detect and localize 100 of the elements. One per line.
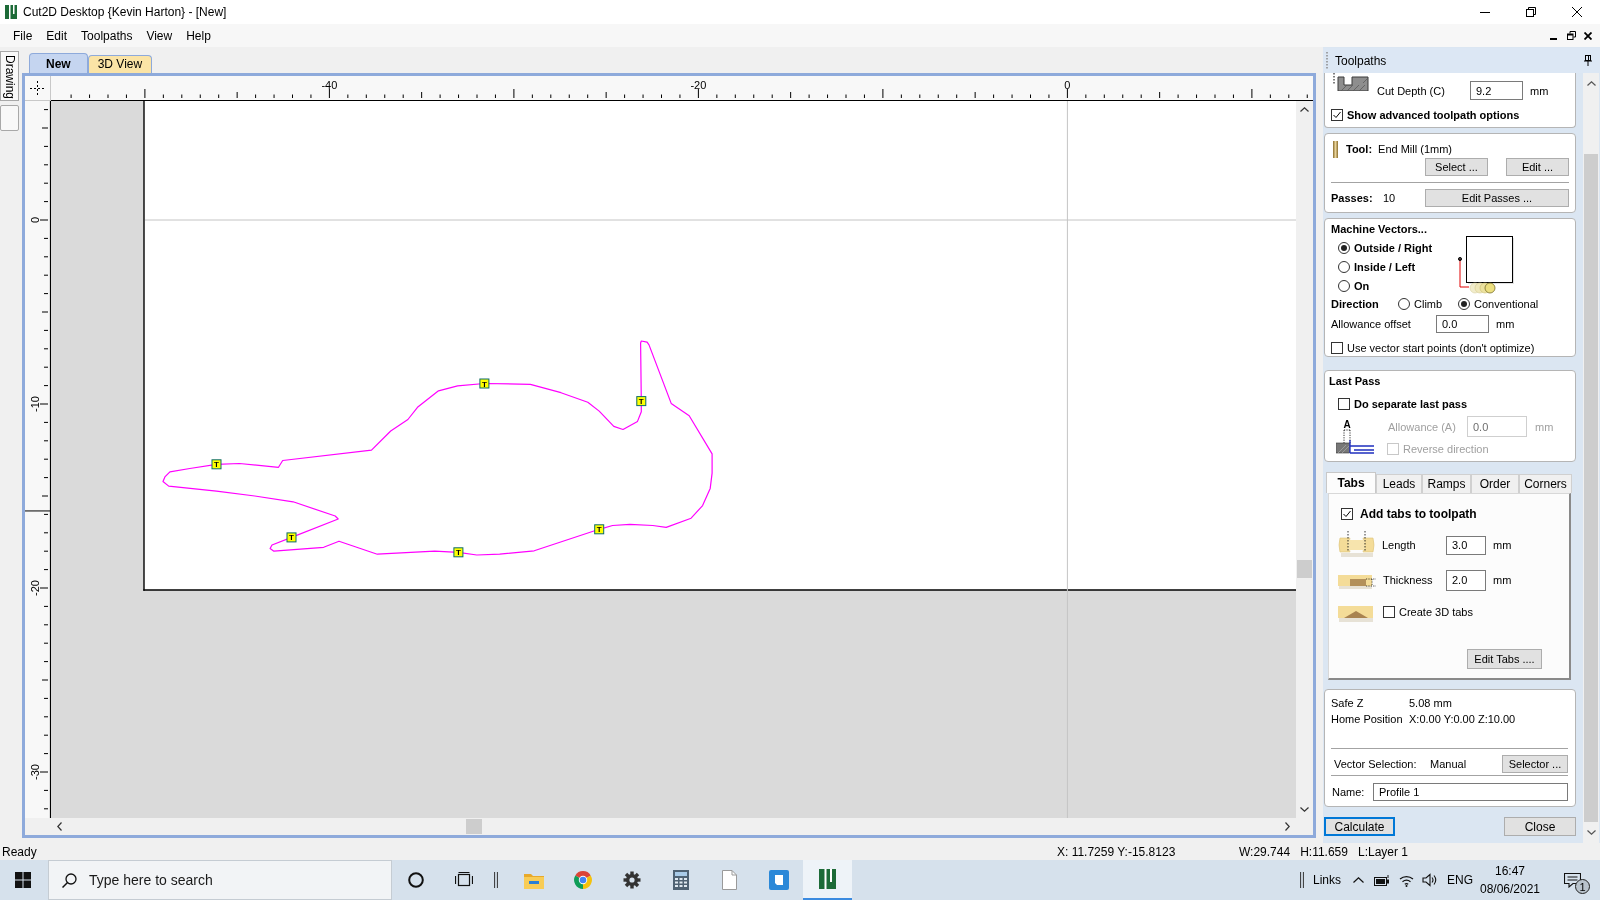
tab-length-icon bbox=[1338, 530, 1375, 560]
ruler-label: 0 bbox=[29, 216, 41, 224]
minimize-icon[interactable] bbox=[1480, 11, 1490, 13]
selector-button[interactable]: Selector ... bbox=[1502, 755, 1568, 773]
tab-marker[interactable]: T bbox=[636, 396, 647, 407]
unit-label: mm bbox=[1493, 539, 1512, 551]
clock-time[interactable]: 16:47 bbox=[1495, 862, 1525, 880]
close-icon[interactable] bbox=[1572, 7, 1582, 17]
direction-label: Direction bbox=[1331, 297, 1380, 310]
search-icon bbox=[62, 873, 77, 888]
close-icon[interactable] bbox=[1584, 31, 1592, 40]
scroll-thumb[interactable] bbox=[1297, 560, 1312, 578]
scroll-down-icon[interactable] bbox=[1300, 807, 1309, 812]
scroll-left-icon[interactable] bbox=[57, 822, 62, 831]
checkbox[interactable] bbox=[1383, 606, 1395, 618]
radio-button[interactable] bbox=[1338, 279, 1350, 292]
vertical-scrollbar[interactable] bbox=[1583, 73, 1599, 843]
checkbox-label: Create 3D tabs bbox=[1399, 606, 1473, 618]
notification-icon[interactable] bbox=[1563, 872, 1581, 888]
radio-button[interactable] bbox=[1398, 297, 1410, 310]
option-tab[interactable]: Ramps bbox=[1422, 474, 1471, 493]
panel-title: Toolpaths bbox=[1335, 53, 1387, 68]
status-field: H:11.659 bbox=[1300, 844, 1348, 859]
unit-label: mm bbox=[1493, 574, 1512, 586]
select-tool-button[interactable]: Select ... bbox=[1425, 158, 1488, 176]
option-tab[interactable]: Order bbox=[1471, 474, 1519, 493]
chevron-up-icon[interactable] bbox=[1352, 877, 1364, 883]
dialog-button[interactable]: Calculate bbox=[1324, 817, 1395, 836]
tab-marker[interactable]: T bbox=[211, 459, 222, 470]
window-title: Cut2D Desktop {Kevin Harton} - [New] bbox=[23, 5, 227, 19]
status-field: W:29.744 bbox=[1239, 844, 1291, 859]
radio-button[interactable] bbox=[1338, 260, 1350, 273]
passes-label: Passes: bbox=[1331, 191, 1374, 204]
menu-item[interactable]: Help bbox=[179, 25, 218, 46]
ruler-origin-icon[interactable] bbox=[30, 80, 45, 96]
speaker-icon[interactable] bbox=[1422, 873, 1438, 887]
option-tab[interactable]: Leads bbox=[1376, 474, 1422, 493]
section-title: Machine Vectors... bbox=[1331, 223, 1427, 235]
cut-depth-field[interactable]: 9.2 bbox=[1470, 81, 1523, 100]
notification-badge: 1 bbox=[1575, 879, 1590, 894]
search-field[interactable]: Type here to search bbox=[48, 860, 392, 900]
unit-label: mm bbox=[1496, 318, 1515, 330]
checkbox[interactable] bbox=[1341, 508, 1353, 520]
taskbar-app-button[interactable] bbox=[803, 860, 852, 900]
scroll-down-icon[interactable] bbox=[1586, 830, 1596, 835]
dialog-button[interactable]: Close bbox=[1504, 817, 1576, 836]
vector-selection-label: Vector Selection: bbox=[1334, 758, 1418, 770]
option-tab[interactable]: Corners bbox=[1519, 474, 1572, 493]
language-indicator[interactable]: ENG bbox=[1442, 873, 1478, 887]
radio-button[interactable] bbox=[1338, 241, 1350, 254]
document-icon bbox=[722, 870, 737, 890]
option-tab[interactable]: Tabs bbox=[1326, 472, 1376, 493]
tab-marker[interactable]: T bbox=[594, 524, 605, 535]
tab-marker[interactable]: T bbox=[479, 378, 490, 389]
menu-item[interactable]: Toolpaths bbox=[74, 25, 140, 46]
tab-length-field[interactable]: 3.0 bbox=[1446, 535, 1486, 555]
ruler-label: -20 bbox=[690, 79, 707, 91]
checkbox[interactable] bbox=[1331, 109, 1343, 121]
grip-icon[interactable] bbox=[494, 872, 498, 888]
ruler-label: -40 bbox=[321, 79, 338, 91]
tab-marker[interactable]: T bbox=[453, 547, 464, 558]
battery-icon[interactable] bbox=[1373, 874, 1391, 886]
checkbox[interactable] bbox=[1338, 398, 1350, 410]
ruler-label: -10 bbox=[29, 396, 41, 412]
tab-marker[interactable]: T bbox=[286, 532, 297, 543]
circle-icon[interactable] bbox=[408, 872, 424, 888]
document-tab[interactable]: 3D View bbox=[87, 55, 153, 73]
vector-selection-value: Manual bbox=[1430, 758, 1467, 770]
name-field[interactable]: Profile 1 bbox=[1373, 783, 1568, 801]
scroll-thumb[interactable] bbox=[466, 819, 482, 834]
task-view-icon[interactable] bbox=[455, 872, 473, 888]
passes-value: 10 bbox=[1383, 191, 1396, 204]
edit-tool-button[interactable]: Edit ... bbox=[1506, 158, 1569, 176]
scroll-thumb[interactable] bbox=[1584, 154, 1598, 822]
folder-icon bbox=[523, 871, 544, 889]
browser-icon bbox=[572, 870, 593, 890]
cut-depth-icon bbox=[1333, 73, 1369, 91]
restore-icon[interactable] bbox=[1566, 31, 1576, 40]
edit-tabs-button[interactable]: Edit Tabs .... bbox=[1467, 649, 1542, 669]
edit-passes-button[interactable]: Edit Passes ... bbox=[1425, 188, 1569, 207]
allowance-offset-field[interactable]: 0.0 bbox=[1436, 315, 1489, 333]
scroll-up-icon[interactable] bbox=[1586, 81, 1596, 86]
clock-date[interactable]: 08/06/2021 bbox=[1479, 880, 1541, 898]
checkbox-label: Reverse direction bbox=[1403, 443, 1489, 455]
radio-button[interactable] bbox=[1458, 297, 1470, 310]
pin-icon[interactable] bbox=[1584, 55, 1592, 66]
document-tab[interactable]: New bbox=[29, 53, 88, 73]
toolbar-label[interactable]: Links bbox=[1308, 873, 1346, 887]
tab-thickness-field[interactable]: 2.0 bbox=[1446, 569, 1486, 591]
wifi-icon[interactable] bbox=[1398, 873, 1414, 887]
checkbox[interactable] bbox=[1331, 342, 1343, 354]
restore-icon[interactable] bbox=[1526, 7, 1536, 17]
scroll-right-icon[interactable] bbox=[1285, 822, 1290, 831]
menu-item[interactable]: View bbox=[139, 25, 180, 46]
windows-logo-icon[interactable] bbox=[15, 872, 31, 888]
scroll-up-icon[interactable] bbox=[1300, 107, 1309, 112]
side-tab[interactable]: Drawing bbox=[0, 51, 19, 101]
menu-item[interactable]: File bbox=[6, 25, 40, 46]
menu-item[interactable]: Edit bbox=[39, 25, 75, 46]
grip-icon[interactable] bbox=[1300, 872, 1304, 888]
